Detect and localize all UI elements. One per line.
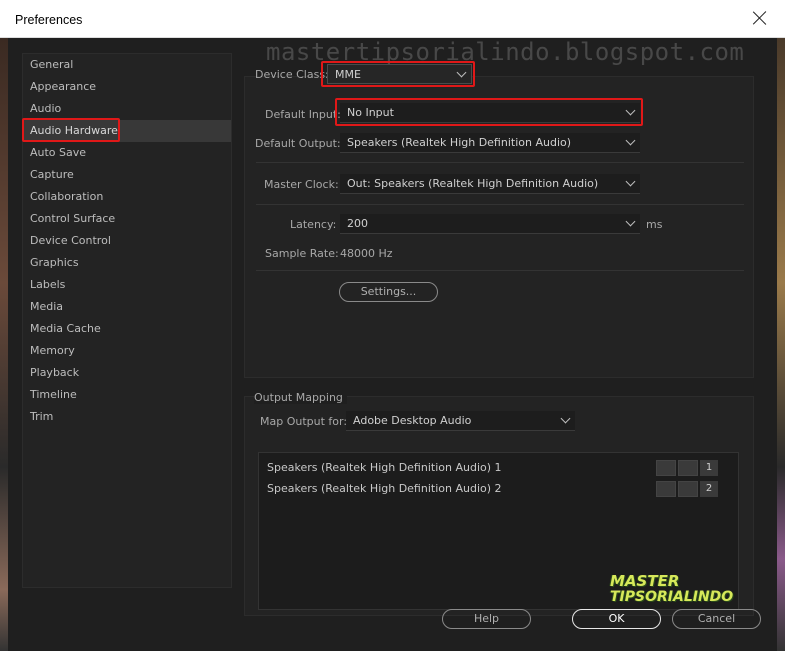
divider [256,204,744,205]
master-clock-value: Out: Speakers (Realtek High Definition A… [347,177,599,190]
chevron-down-icon [625,135,636,146]
background-left-strip [0,38,8,651]
sidebar-item-playback[interactable]: Playback [23,362,231,384]
preferences-dialog: mastertipsorialindo.blogspot.com General… [8,38,777,651]
master-clock-label: Master Clock: [264,178,339,191]
sidebar-item-labels[interactable]: Labels [23,274,231,296]
output-mapping-section-label: Output Mapping [254,391,347,404]
map-output-label: Map Output for: [260,415,348,428]
logo-line-2: TIPSORIALINDO [610,589,734,605]
chevron-down-icon [625,216,636,227]
highlight-box-audio-hardware [22,118,120,142]
divider [256,270,744,271]
channel-number: 1 [700,460,718,476]
sidebar-item-memory[interactable]: Memory [23,340,231,362]
channel-frame-icon[interactable] [678,481,698,497]
sidebar-item-collaboration[interactable]: Collaboration [23,186,231,208]
latency-unit: ms [646,218,663,231]
channel-row-label[interactable]: Speakers (Realtek High Definition Audio)… [267,482,502,495]
sidebar-item-control-surface[interactable]: Control Surface [23,208,231,230]
sidebar-item-general[interactable]: General [23,54,231,76]
sidebar-item-timeline[interactable]: Timeline [23,384,231,406]
close-icon[interactable] [751,9,769,27]
latency-label: Latency: [290,218,337,231]
sidebar-item-media-cache[interactable]: Media Cache [23,318,231,340]
sidebar-item-graphics[interactable]: Graphics [23,252,231,274]
channel-row-label[interactable]: Speakers (Realtek High Definition Audio)… [267,461,502,474]
highlight-box-device-class [321,61,475,87]
map-output-dropdown[interactable]: Adobe Desktop Audio [346,411,575,431]
chevron-down-icon [625,176,636,187]
master-clock-dropdown[interactable]: Out: Speakers (Realtek High Definition A… [340,174,640,194]
sample-rate-label: Sample Rate: [265,247,339,260]
map-output-value: Adobe Desktop Audio [353,414,472,427]
sidebar-item-trim[interactable]: Trim [23,406,231,428]
latency-value: 200 [347,217,368,230]
latency-dropdown[interactable]: 200 [340,214,640,234]
title-bar: Preferences [0,0,785,38]
sidebar-item-audio[interactable]: Audio [23,98,231,120]
background-right-strip [777,38,785,651]
default-output-value: Speakers (Realtek High Definition Audio) [347,136,572,149]
blog-logo: MASTER TIPSORIALINDO [610,573,760,615]
chevron-down-icon [560,413,571,424]
divider [256,162,744,163]
default-input-label: Default Input: [265,108,341,121]
default-output-dropdown[interactable]: Speakers (Realtek High Definition Audio) [340,133,640,153]
speaker-left-icon[interactable] [656,460,676,476]
default-output-label: Default Output: [255,137,341,150]
settings-button[interactable]: Settings... [339,282,438,302]
help-button[interactable]: Help [442,609,531,629]
sidebar-item-auto-save[interactable]: Auto Save [23,142,231,164]
sidebar-item-media[interactable]: Media [23,296,231,318]
sidebar-item-capture[interactable]: Capture [23,164,231,186]
sidebar-item-device-control[interactable]: Device Control [23,230,231,252]
sample-rate-value: 48000 Hz [340,247,393,260]
speaker-right-icon[interactable] [656,481,676,497]
highlight-box-default-input [335,98,643,126]
device-class-label: Device Class: [255,68,329,81]
channel-frame-icon[interactable] [678,460,698,476]
logo-line-1: MASTER [610,572,680,590]
sidebar-item-appearance[interactable]: Appearance [23,76,231,98]
window-title: Preferences [15,13,83,27]
channel-number: 2 [700,481,718,497]
